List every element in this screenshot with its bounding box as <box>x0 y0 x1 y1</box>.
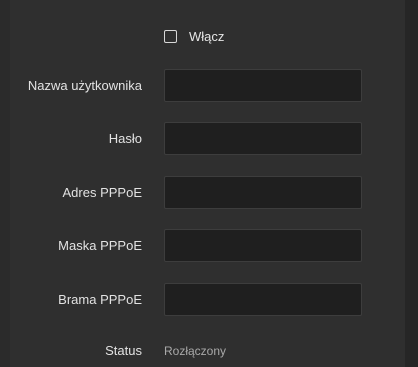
pppoe-mask-input[interactable] <box>164 229 362 262</box>
password-label: Hasło <box>108 131 142 146</box>
gateway-row: Brama PPPoE <box>0 283 418 316</box>
password-input[interactable] <box>164 122 362 155</box>
gateway-label: Brama PPPoE <box>58 292 142 307</box>
status-value: Rozłączony <box>164 344 227 358</box>
mask-label: Maska PPPoE <box>58 238 142 253</box>
address-label: Adres PPPoE <box>62 185 143 200</box>
username-input[interactable] <box>164 69 362 102</box>
enable-toggle[interactable]: Włącz <box>164 27 224 45</box>
pppoe-address-input[interactable] <box>164 176 362 209</box>
pppoe-gateway-input[interactable] <box>164 283 362 316</box>
password-row: Hasło <box>0 122 418 155</box>
status-label: Status <box>105 343 142 358</box>
username-label: Nazwa użytkownika <box>27 78 142 93</box>
address-row: Adres PPPoE <box>0 176 418 209</box>
mask-row: Maska PPPoE <box>0 229 418 262</box>
status-row: Status Rozłączony <box>0 341 418 361</box>
enable-checkbox[interactable] <box>164 29 177 43</box>
enable-label: Włącz <box>189 28 225 44</box>
username-row: Nazwa użytkownika <box>0 69 418 102</box>
